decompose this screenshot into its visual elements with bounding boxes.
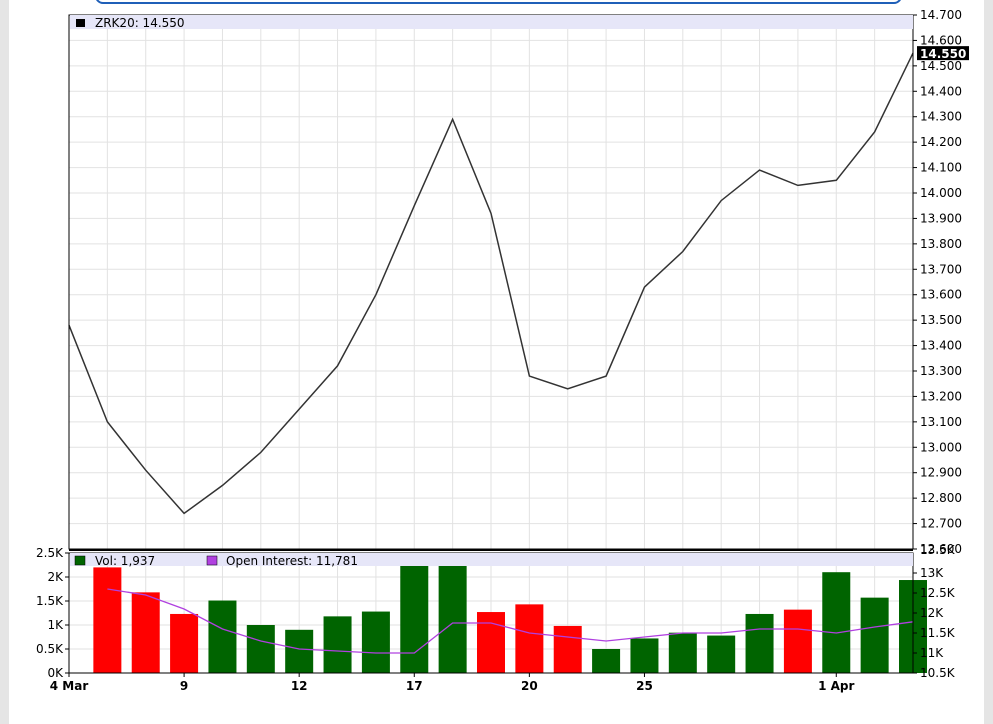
price-tick-label: 13.700 <box>920 262 962 276</box>
price-tick-label: 13.200 <box>920 389 962 403</box>
price-tick-label: 14.200 <box>920 135 962 149</box>
volume-bar <box>860 597 889 673</box>
price-tick-label: 14.600 <box>920 33 962 47</box>
price-legend-label: ZRK20: 14.550 <box>95 16 185 30</box>
volume-bar <box>438 560 467 673</box>
price-tick-label: 14.000 <box>920 186 962 200</box>
volume-bar <box>783 609 812 673</box>
price-tick-label: 13.900 <box>920 211 962 225</box>
x-tick-label: 20 <box>521 679 538 693</box>
price-tick-label: 14.100 <box>920 161 962 175</box>
volume-bar <box>93 567 122 673</box>
price-tick-label: 13.400 <box>920 339 962 353</box>
oi-tick-label: 11.5K <box>920 626 956 640</box>
price-chart: 14.70014.60014.50014.40014.30014.20014.1… <box>36 8 969 693</box>
volume-bar <box>707 635 736 673</box>
price-tick-label: 12.700 <box>920 517 962 531</box>
volume-legend-swatch <box>74 555 86 566</box>
x-tick-label: 17 <box>406 679 423 693</box>
volume-tick-label: 1K <box>47 618 64 632</box>
x-tick-label: 12 <box>291 679 308 693</box>
volume-bar <box>553 625 582 673</box>
volume-legend-label: Vol: 1,937 <box>95 554 155 568</box>
oi-tick-label: 11K <box>920 646 944 660</box>
oi-tick-label: 10.5K <box>920 666 956 680</box>
volume-bar <box>285 629 314 673</box>
price-tick-label: 14.300 <box>920 110 962 124</box>
volume-bar <box>323 616 352 673</box>
oi-tick-label: 12K <box>920 606 944 620</box>
last-price-label: 14.550 <box>920 47 966 61</box>
volume-tick-label: 2K <box>47 570 64 584</box>
volume-bar <box>208 600 237 673</box>
volume-bar <box>170 613 199 673</box>
price-tick-label: 13.300 <box>920 364 962 378</box>
volume-bar <box>361 611 390 673</box>
volume-bar <box>745 613 774 673</box>
grid-lines <box>68 14 914 674</box>
oi-tick-label: 12.5K <box>920 586 956 600</box>
price-tick-label: 14.400 <box>920 84 962 98</box>
volume-bar <box>246 625 275 673</box>
volume-bar <box>515 604 544 673</box>
price-tick-label: 13.500 <box>920 313 962 327</box>
price-tick-label: 13.100 <box>920 415 962 429</box>
price-tick-label: 12.800 <box>920 491 962 505</box>
volume-bar <box>400 557 429 673</box>
price-tick-label: 13.800 <box>920 237 962 251</box>
volume-bar <box>592 649 621 673</box>
oi-top-label: 13.5K <box>920 543 956 557</box>
oi-legend-swatch <box>206 555 218 566</box>
price-tick-label: 13.000 <box>920 440 962 454</box>
volume-tick-label: 2.5K <box>36 546 64 560</box>
volume-tick-label: 0K <box>47 666 64 680</box>
volume-bar <box>668 632 697 673</box>
x-tick-label: 1 Apr <box>818 679 854 693</box>
volume-bar <box>630 638 659 673</box>
oi-tick-label: 13K <box>920 566 944 580</box>
price-legend-swatch <box>76 19 85 27</box>
price-tick-label: 14.700 <box>920 8 962 22</box>
volume-panel <box>93 556 927 673</box>
price-legend-band <box>70 15 913 29</box>
x-tick-label: 25 <box>636 679 653 693</box>
volume-tick-label: 0.5K <box>36 642 64 656</box>
oi-legend-label: Open Interest: 11,781 <box>226 554 358 568</box>
volume-legend-band <box>70 553 913 566</box>
volume-bar <box>477 612 505 673</box>
price-tick-label: 13.600 <box>920 288 962 302</box>
volume-tick-label: 1.5K <box>36 594 64 608</box>
volume-bar <box>131 592 160 673</box>
x-tick-label: 9 <box>180 679 188 693</box>
x-tick-label: 4 Mar <box>50 679 89 693</box>
price-tick-label: 12.900 <box>920 466 962 480</box>
volume-bar <box>822 572 851 673</box>
